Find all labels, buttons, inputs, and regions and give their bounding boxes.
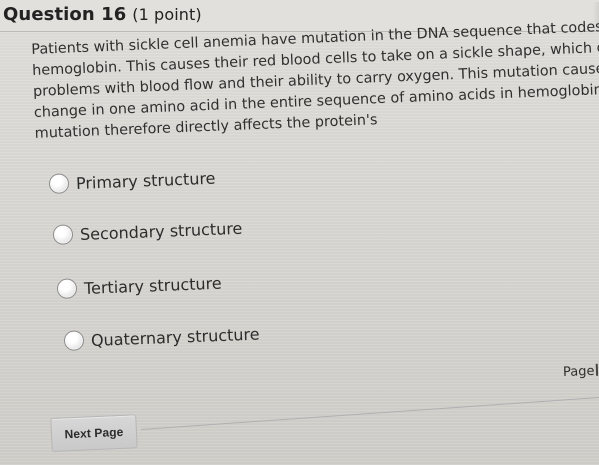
radio-button[interactable] [56, 278, 78, 299]
next-page-label: Next Page [64, 424, 124, 442]
question-title: Question 16 (1 point) [3, 4, 202, 25]
answer-option-tertiary-structure[interactable]: Tertiary structure [56, 273, 222, 299]
question-number: Question 16 [3, 4, 127, 25]
page-indicator-tick [596, 363, 599, 376]
quiz-screen: Question 16 (1 point) Patients with sick… [0, 0, 599, 465]
radio-button[interactable] [63, 330, 85, 351]
answer-option-secondary-structure[interactable]: Secondary structure [52, 218, 243, 245]
page-label-text: Page [562, 363, 595, 380]
answer-label: Secondary structure [79, 218, 243, 244]
answer-label: Primary structure [75, 168, 216, 193]
next-page-button[interactable]: Next Page [50, 414, 138, 452]
page-label: Page [562, 363, 599, 380]
answer-option-quaternary-structure[interactable]: Quaternary structure [63, 323, 260, 351]
radio-button[interactable] [48, 173, 70, 194]
answer-options: Primary structure Secondary structure Te… [0, 31, 599, 465]
radio-button[interactable] [52, 224, 74, 245]
answer-label: Tertiary structure [83, 273, 222, 298]
question-points: (1 point) [132, 5, 202, 24]
answer-label: Quaternary structure [90, 323, 260, 350]
answer-option-primary-structure[interactable]: Primary structure [48, 168, 216, 194]
question-body: Patients with sickle cell anemia have mu… [0, 18, 599, 465]
